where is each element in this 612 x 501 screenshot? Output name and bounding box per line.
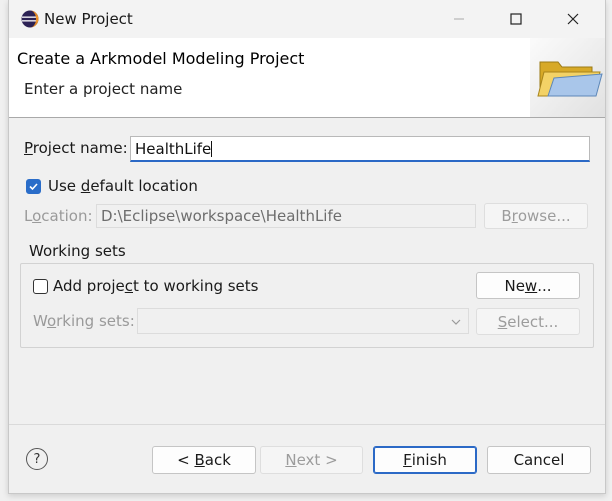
window-title: New Project <box>44 10 133 28</box>
wizard-header: Create a Arkmodel Modeling Project Enter… <box>9 38 605 118</box>
working-sets-group-label: Working sets <box>29 242 126 260</box>
add-to-working-sets-checkbox[interactable] <box>33 279 48 294</box>
chevron-down-icon <box>451 319 461 325</box>
location-label: Location: <box>24 207 93 225</box>
maximize-icon <box>510 13 522 25</box>
project-name-value: HealthLife <box>135 140 212 158</box>
working-sets-dropdown[interactable] <box>137 308 469 334</box>
maximize-button[interactable] <box>488 0 544 38</box>
location-input[interactable]: D:\Eclipse\workspace\HealthLife <box>96 204 476 228</box>
finish-button[interactable]: Finish <box>373 446 477 474</box>
close-button[interactable] <box>545 0 601 38</box>
back-button[interactable]: < Back <box>152 446 256 474</box>
next-button[interactable]: Next > <box>260 446 363 474</box>
wizard-title: Create a Arkmodel Modeling Project <box>17 49 305 68</box>
help-icon[interactable]: ? <box>26 448 48 470</box>
project-name-input[interactable]: HealthLife <box>130 136 590 162</box>
title-bar[interactable]: New Project <box>9 0 605 38</box>
working-sets-label: Working sets: <box>33 312 135 330</box>
cancel-button[interactable]: Cancel <box>487 446 591 474</box>
minimize-icon <box>454 18 464 20</box>
footer-separator <box>9 424 605 425</box>
text-caret <box>211 141 213 157</box>
close-icon <box>567 13 579 25</box>
new-working-set-button[interactable]: Ne w... <box>476 272 580 299</box>
use-default-location-label[interactable]: Use default location <box>48 177 198 195</box>
select-working-sets-button[interactable]: Select... <box>476 308 580 335</box>
new-project-dialog: New Project Create a Arkmodel Modeling P… <box>8 0 606 494</box>
project-name-label: Project name: <box>24 139 128 157</box>
checkmark-icon <box>29 183 38 191</box>
folder-icon <box>530 38 605 117</box>
eclipse-icon <box>21 10 39 28</box>
minimize-button[interactable] <box>431 0 487 38</box>
add-to-working-sets-label[interactable]: Add project to working sets <box>53 277 258 295</box>
use-default-location-checkbox[interactable] <box>26 179 41 194</box>
browse-button[interactable]: Br owse... <box>484 203 588 229</box>
wizard-description: Enter a project name <box>24 80 183 98</box>
